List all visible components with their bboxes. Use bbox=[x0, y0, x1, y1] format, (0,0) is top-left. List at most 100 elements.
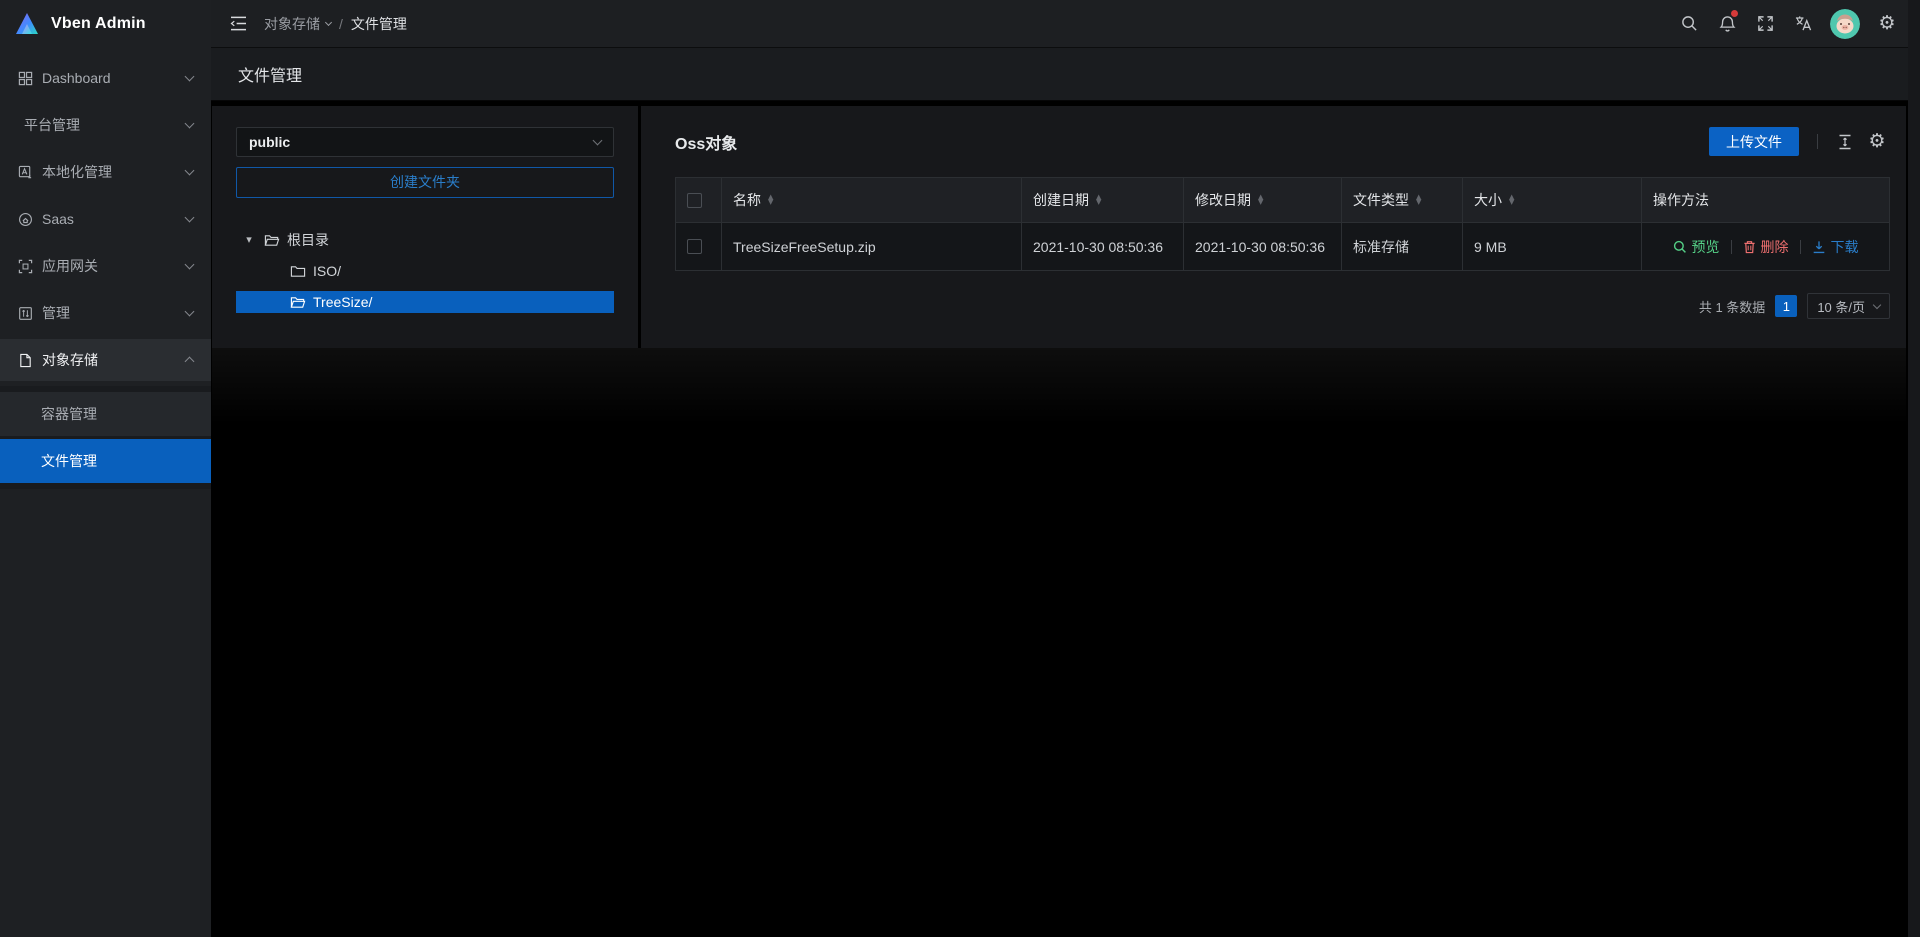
header: 对象存储 / 文件管理 bbox=[211, 0, 1920, 48]
folder-open-icon bbox=[290, 295, 306, 309]
folder-open-icon bbox=[264, 233, 280, 247]
row-height-icon[interactable] bbox=[1832, 129, 1858, 155]
sidebar-item-label: 本地化管理 bbox=[42, 162, 186, 182]
sidebar-item-file-management[interactable]: 文件管理 bbox=[0, 439, 211, 483]
oss-panel: Oss对象 上传文件 ⚙ bbox=[641, 106, 1906, 348]
sidebar-item-label: 平台管理 bbox=[24, 115, 186, 135]
sort-icon[interactable]: ▲▼ bbox=[1416, 195, 1421, 205]
chevron-down-icon bbox=[185, 260, 195, 270]
page-size-select[interactable]: 10 条/页 bbox=[1807, 293, 1890, 319]
column-header-modified: 修改日期 bbox=[1195, 190, 1251, 210]
chevron-down-icon bbox=[1873, 300, 1881, 308]
search-icon[interactable] bbox=[1670, 0, 1708, 48]
saas-cloud-icon bbox=[17, 211, 33, 227]
chevron-down-icon bbox=[185, 166, 195, 176]
page-title-bar: 文件管理 bbox=[211, 48, 1920, 101]
sidebar-item-label: Saas bbox=[42, 211, 186, 227]
action-divider bbox=[1731, 240, 1732, 254]
object-storage-submenu: 容器管理 文件管理 bbox=[0, 386, 211, 489]
bucket-select-value: public bbox=[249, 134, 594, 150]
breadcrumb-current: 文件管理 bbox=[351, 14, 407, 34]
column-header-actions: 操作方法 bbox=[1653, 192, 1709, 208]
notification-bell-icon[interactable] bbox=[1708, 0, 1746, 48]
tree-node-root[interactable]: ▾ 根目录 bbox=[236, 229, 614, 251]
download-icon bbox=[1812, 240, 1826, 254]
logo[interactable]: Vben Admin bbox=[0, 0, 211, 48]
sidebar-item-label: 对象存储 bbox=[42, 350, 186, 370]
breadcrumb-parent[interactable]: 对象存储 bbox=[264, 14, 331, 34]
cell-modified-date: 2021-10-30 08:50:36 bbox=[1184, 223, 1342, 271]
tree-node-label: 根目录 bbox=[287, 230, 329, 250]
oss-object-table: 名称 ▲▼ 创建日期 ▲▼ bbox=[675, 177, 1890, 271]
delete-action[interactable]: 删除 bbox=[1743, 237, 1789, 257]
language-translate-icon[interactable] bbox=[1784, 0, 1822, 48]
chevron-down-icon bbox=[185, 307, 195, 317]
sidebar-item-localization[interactable]: 本地化管理 bbox=[0, 151, 211, 193]
sidebar-item-label: 文件管理 bbox=[41, 451, 97, 471]
select-all-checkbox[interactable] bbox=[687, 193, 702, 208]
sort-icon[interactable]: ▲▼ bbox=[768, 195, 773, 205]
toolbar-divider bbox=[1817, 134, 1818, 149]
user-avatar[interactable] bbox=[1830, 9, 1860, 39]
sidebar-item-label: 应用网关 bbox=[42, 256, 186, 276]
oss-panel-title: Oss对象 bbox=[675, 130, 737, 154]
file-icon bbox=[17, 352, 33, 368]
sidebar-item-platform[interactable]: 平台管理 bbox=[0, 104, 211, 146]
pagination-total: 共 1 条数据 bbox=[1699, 297, 1765, 316]
sort-icon[interactable]: ▲▼ bbox=[1096, 195, 1101, 205]
header-actions: ⚙ bbox=[1670, 0, 1906, 48]
preview-label: 预览 bbox=[1692, 237, 1720, 257]
page-size-value: 10 条/页 bbox=[1817, 297, 1865, 316]
page-title: 文件管理 bbox=[238, 62, 302, 86]
table-settings-gear-icon[interactable]: ⚙ bbox=[1864, 129, 1890, 155]
sidebar-item-gateway[interactable]: 应用网关 bbox=[0, 245, 211, 287]
table-header-row: 名称 ▲▼ 创建日期 ▲▼ bbox=[676, 178, 1890, 223]
tree-expand-caret-icon[interactable]: ▾ bbox=[242, 235, 256, 246]
page-scrollbar[interactable] bbox=[1908, 0, 1920, 937]
sidebar-item-saas[interactable]: Saas bbox=[0, 198, 211, 240]
tree-node-treesize[interactable]: TreeSize/ bbox=[236, 291, 614, 313]
sidebar-item-management[interactable]: 管理 bbox=[0, 292, 211, 334]
pagination-page-1[interactable]: 1 bbox=[1775, 295, 1797, 317]
create-folder-button[interactable]: 创建文件夹 bbox=[236, 167, 614, 198]
folder-tree: ▾ 根目录 bbox=[236, 229, 614, 313]
app-root: Vben Admin Dashboard 平台管理 bbox=[0, 0, 1920, 937]
preview-action[interactable]: 预览 bbox=[1673, 237, 1720, 257]
chevron-up-icon bbox=[185, 357, 195, 367]
row-checkbox[interactable] bbox=[687, 239, 702, 254]
tree-node-iso[interactable]: ISO/ bbox=[236, 260, 614, 282]
sort-icon[interactable]: ▲▼ bbox=[1509, 195, 1514, 205]
cell-file-size: 9 MB bbox=[1463, 223, 1642, 271]
column-header-size: 大小 bbox=[1474, 190, 1502, 210]
content: public 创建文件夹 ▾ 根目录 bbox=[211, 101, 1920, 937]
download-action[interactable]: 下载 bbox=[1812, 237, 1859, 257]
upload-file-button[interactable]: 上传文件 bbox=[1709, 127, 1799, 156]
sort-icon[interactable]: ▲▼ bbox=[1258, 195, 1263, 205]
chevron-down-icon bbox=[185, 119, 195, 129]
bucket-tree-panel: public 创建文件夹 ▾ 根目录 bbox=[212, 106, 638, 348]
sidebar-item-dashboard[interactable]: Dashboard bbox=[0, 57, 211, 99]
chevron-down-icon bbox=[325, 19, 332, 26]
sidebar-item-container-management[interactable]: 容器管理 bbox=[0, 392, 211, 436]
delete-label: 删除 bbox=[1761, 237, 1789, 257]
gear-glyph: ⚙ bbox=[1878, 14, 1895, 33]
content-glow bbox=[212, 348, 1906, 433]
chevron-down-icon bbox=[185, 72, 195, 82]
sidebar-item-object-storage[interactable]: 对象存储 bbox=[0, 339, 211, 381]
sidebar-item-label: 管理 bbox=[42, 303, 186, 323]
notification-badge bbox=[1731, 10, 1738, 17]
cell-file-name: TreeSizeFreeSetup.zip bbox=[722, 223, 1022, 271]
bucket-select[interactable]: public bbox=[236, 127, 614, 157]
sidebar-item-label: Dashboard bbox=[42, 70, 186, 86]
main-area: 对象存储 / 文件管理 bbox=[211, 0, 1920, 937]
tree-node-label: ISO/ bbox=[313, 263, 341, 279]
settings-gear-icon[interactable]: ⚙ bbox=[1868, 0, 1906, 48]
fullscreen-icon[interactable] bbox=[1746, 0, 1784, 48]
vben-logo-icon bbox=[13, 10, 41, 38]
oss-panel-header: Oss对象 上传文件 ⚙ bbox=[675, 106, 1890, 177]
gear-glyph: ⚙ bbox=[1868, 132, 1885, 151]
folder-icon bbox=[290, 264, 306, 278]
menu-fold-icon[interactable] bbox=[228, 14, 248, 34]
cell-file-type: 标准存储 bbox=[1342, 223, 1463, 271]
sidebar-item-label: 容器管理 bbox=[41, 404, 97, 424]
